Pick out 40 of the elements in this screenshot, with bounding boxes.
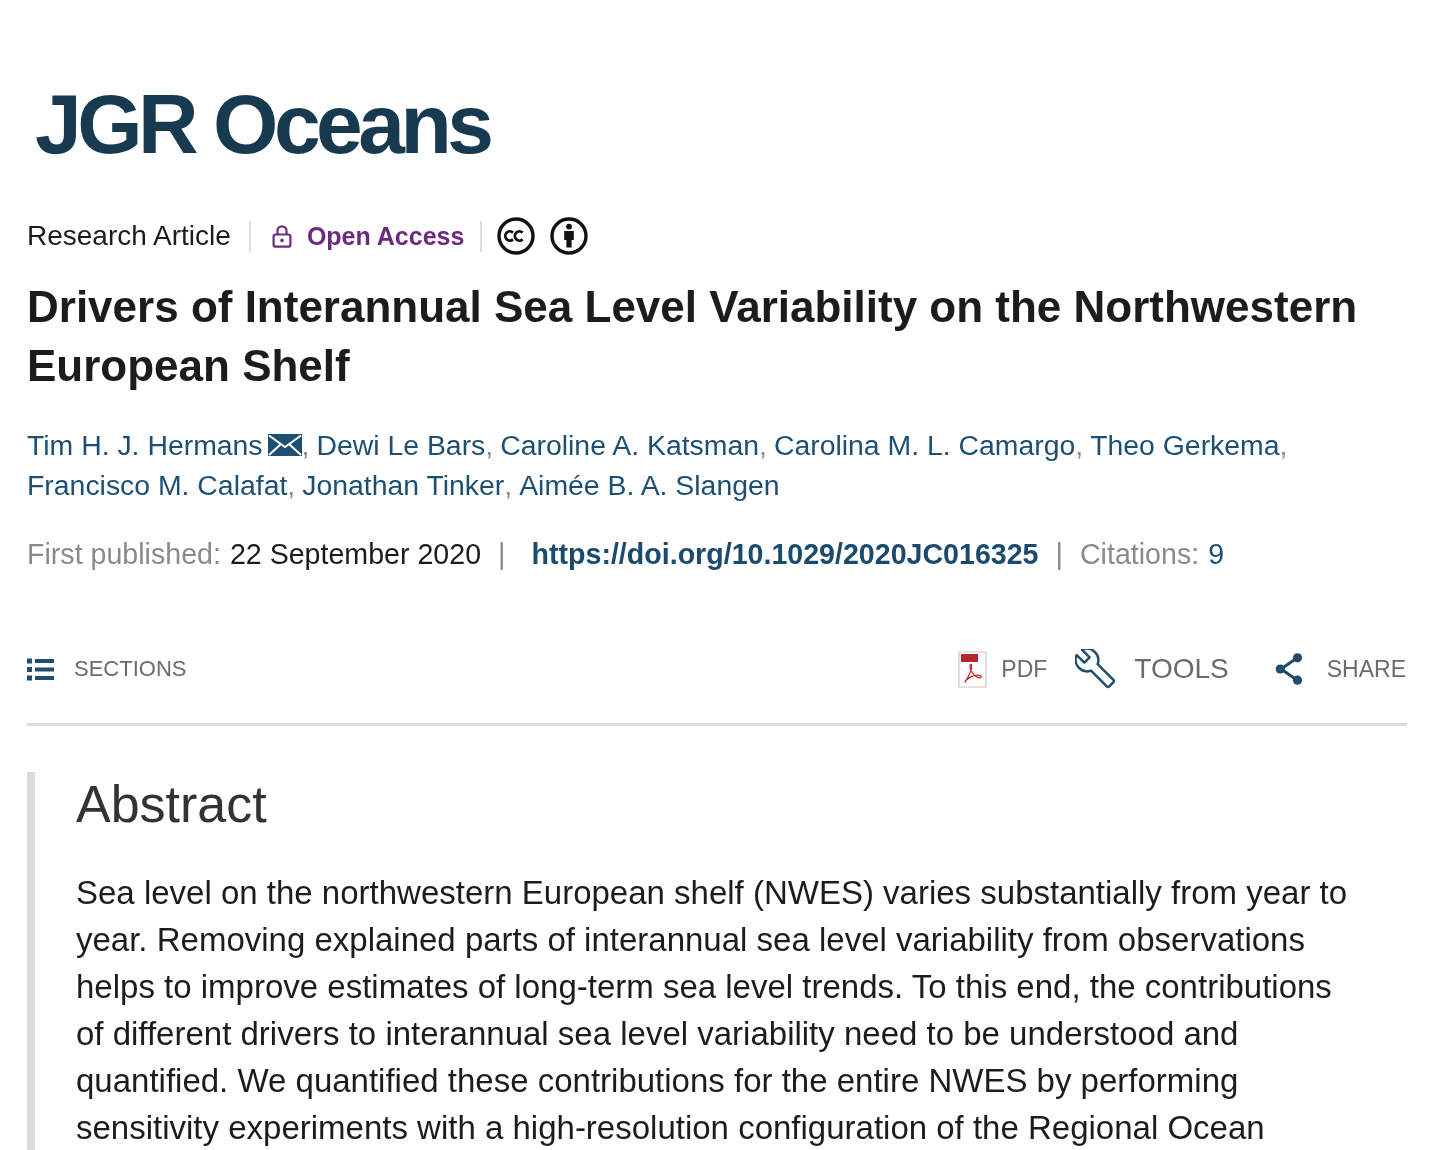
- journal-logo[interactable]: JGR Oceans: [35, 82, 490, 166]
- person-circle-icon[interactable]: [550, 217, 589, 255]
- tools-button[interactable]: TOOLS: [1075, 649, 1229, 689]
- citations-label: Citations:: [1079, 537, 1200, 571]
- cc-license-icon[interactable]: [497, 217, 536, 255]
- author-link[interactable]: Francisco M. Calafat: [27, 465, 288, 505]
- published-label: First published:: [27, 537, 221, 571]
- author-separator: ,: [301, 428, 310, 463]
- meta-separator: |: [1055, 537, 1063, 571]
- pdf-button[interactable]: PDF: [958, 650, 1048, 688]
- author-link[interactable]: Caroline A. Katsman: [500, 425, 759, 465]
- sections-button[interactable]: SECTIONS: [27, 656, 187, 682]
- pdf-file-icon: [958, 650, 988, 688]
- abstract-text: Sea level on the northwestern European shelf (NWES) varies substantially from year to year. Removing explained parts of interannual sea level variability from observations helps to improve estimates of long-term sea level trends. To this end, the contributions of different drivers to interannual sea level variability need to be understood and quantified. We quantified these contributions for the entire NWES by performing sensitivity experiments with a high-resolution configuration of the Regional Ocean: [76, 873, 1349, 1148]
- author-link[interactable]: Jonathan Tinker: [302, 465, 505, 505]
- author-link[interactable]: Tim H. J. Hermans: [27, 425, 263, 465]
- author-link[interactable]: Dewi Le Bars: [316, 425, 486, 465]
- author-separator: ,: [504, 468, 513, 503]
- published-date: 22 September 2020: [229, 537, 482, 571]
- author-separator: ,: [287, 468, 296, 503]
- envelope-icon[interactable]: [267, 434, 302, 456]
- citations-count-link[interactable]: 9: [1208, 537, 1225, 571]
- wrench-icon: [1075, 649, 1116, 689]
- share-button[interactable]: SHARE: [1274, 653, 1406, 685]
- share-icon: [1274, 653, 1303, 685]
- author-separator: ,: [485, 428, 494, 463]
- article-type: Research Article: [27, 220, 231, 252]
- author-separator: ,: [1279, 428, 1288, 463]
- author-link[interactable]: Aimée B. A. Slangen: [519, 465, 780, 505]
- list-icon: [27, 657, 54, 681]
- padlock-icon: [271, 224, 292, 248]
- article-title: Drivers of Interannual Sea Level Variability on the Northwestern European Shelf: [27, 281, 1359, 392]
- author-separator: ,: [1075, 428, 1084, 463]
- author-separator: ,: [759, 428, 767, 463]
- meta-separator: |: [498, 537, 506, 571]
- open-access-label: Open Access: [306, 221, 465, 251]
- author-link[interactable]: Theo Gerkema: [1090, 425, 1280, 465]
- doi-link[interactable]: https://doi.org/10.1029/2020JC016325: [531, 537, 1039, 571]
- abstract-heading: Abstract: [76, 774, 268, 835]
- author-link[interactable]: Carolina M. L. Camargo: [773, 425, 1076, 465]
